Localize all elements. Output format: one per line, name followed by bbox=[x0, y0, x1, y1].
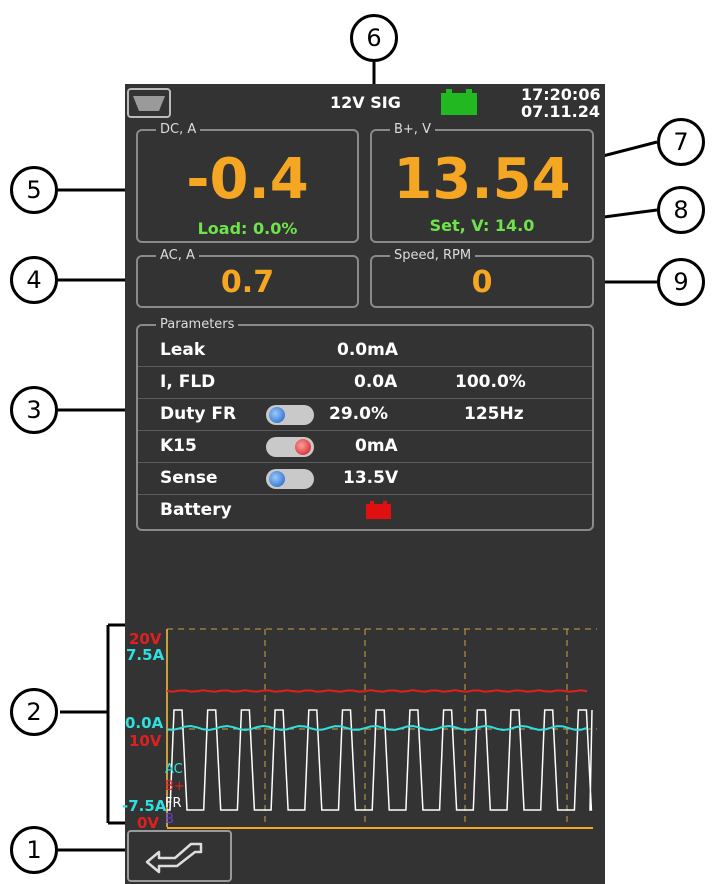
callout-7: 7 bbox=[657, 118, 705, 166]
callout-9: 9 bbox=[657, 258, 705, 306]
connector-button[interactable] bbox=[127, 88, 171, 118]
toggle-knob bbox=[269, 407, 285, 423]
dc-current-value: -0.4 bbox=[186, 147, 309, 212]
battery-icon bbox=[441, 89, 477, 115]
ac-current-panel[interactable]: AC, A 0.7 bbox=[136, 248, 359, 308]
back-arrow-icon bbox=[145, 842, 203, 874]
callout-8: 8 bbox=[657, 186, 705, 234]
param-name: Leak bbox=[160, 340, 206, 360]
callout-2: 2 bbox=[10, 688, 58, 736]
axis-v-mid: 10V bbox=[129, 732, 162, 750]
legend-bplus: B+ bbox=[165, 779, 185, 794]
param-name: Duty FR bbox=[160, 404, 237, 424]
fr-trace bbox=[167, 709, 593, 811]
clock-date: 07.11.24 bbox=[521, 102, 600, 121]
param-extra: 125Hz bbox=[464, 404, 524, 424]
callout-5: 5 bbox=[10, 166, 58, 214]
clock-time: 17:20:06 bbox=[521, 85, 601, 104]
callout-1: 1 bbox=[10, 826, 58, 874]
sense-toggle[interactable] bbox=[266, 469, 314, 489]
param-name: K15 bbox=[160, 436, 197, 456]
bplus-title: B+, V bbox=[390, 122, 435, 138]
param-row-sense: Sense 13.5V bbox=[138, 462, 592, 495]
speed-value: 0 bbox=[471, 265, 493, 300]
dc-title: DC, A bbox=[156, 122, 201, 138]
param-extra: 100.0% bbox=[455, 372, 526, 392]
param-name: Sense bbox=[160, 468, 218, 488]
parameters-title: Parameters bbox=[156, 317, 239, 333]
legend-ac: AC bbox=[165, 762, 183, 777]
callout-3: 3 bbox=[10, 386, 58, 434]
duty-fr-toggle[interactable] bbox=[266, 405, 314, 425]
device-screen: 12V SIG 17:20:06 07.11.24 DC, A -0.4 Loa… bbox=[122, 84, 605, 884]
bplus-voltage-value: 13.54 bbox=[393, 147, 571, 212]
param-value: 13.5V bbox=[343, 468, 399, 488]
dc-current-panel[interactable]: DC, A -0.4 Load: 0.0% bbox=[136, 122, 359, 243]
toggle-knob bbox=[295, 439, 311, 455]
toggle-knob bbox=[269, 471, 285, 487]
param-value: 0.0A bbox=[354, 372, 398, 392]
k15-toggle[interactable] bbox=[266, 437, 314, 457]
param-name: Battery bbox=[160, 500, 232, 520]
param-value: 29.0% bbox=[329, 404, 388, 424]
param-row-leak: Leak 0.0mA bbox=[138, 334, 592, 367]
axis-v-bottom: 0V bbox=[137, 814, 160, 832]
speed-panel[interactable]: Speed, RPM 0 bbox=[370, 248, 594, 308]
connector-icon bbox=[133, 96, 165, 111]
axis-a-mid: 0.0A bbox=[125, 714, 164, 732]
oscilloscope-graph[interactable] bbox=[125, 624, 605, 834]
ac-title: AC, A bbox=[156, 248, 199, 264]
param-value: 0mA bbox=[355, 436, 398, 456]
parameters-panel[interactable]: Parameters Leak 0.0mA I, FLD 0.0A 100.0%… bbox=[136, 317, 594, 531]
callout-4: 4 bbox=[10, 256, 58, 304]
bplus-setpoint-value: Set, V: 14.0 bbox=[429, 216, 535, 235]
param-value: 0.0mA bbox=[337, 340, 398, 360]
mode-label: 12V SIG bbox=[330, 93, 401, 112]
legend-b: B bbox=[165, 812, 174, 827]
dc-load-value: Load: 0.0% bbox=[197, 219, 298, 238]
bplus-voltage-panel[interactable]: B+, V 13.54 Set, V: 14.0 bbox=[370, 122, 594, 243]
ac-current-value: 0.7 bbox=[220, 265, 275, 300]
param-row-k15: K15 0mA bbox=[138, 430, 592, 463]
battery-status-icon bbox=[366, 501, 391, 519]
bplus-trace bbox=[166, 689, 588, 693]
back-button[interactable] bbox=[127, 830, 232, 882]
param-row-duty-fr: Duty FR 29.0% 125Hz bbox=[138, 398, 592, 431]
axis-a-bottom: -7.5A bbox=[122, 797, 167, 815]
axis-a-top: 7.5A bbox=[126, 646, 165, 664]
axis-v-top: 20V bbox=[129, 630, 162, 648]
param-row-ifld: I, FLD 0.0A 100.0% bbox=[138, 366, 592, 399]
callout-6: 6 bbox=[350, 14, 398, 62]
param-name: I, FLD bbox=[160, 372, 216, 392]
legend-fr: FR bbox=[165, 796, 182, 811]
param-row-battery: Battery bbox=[138, 494, 592, 526]
speed-title: Speed, RPM bbox=[390, 248, 476, 264]
